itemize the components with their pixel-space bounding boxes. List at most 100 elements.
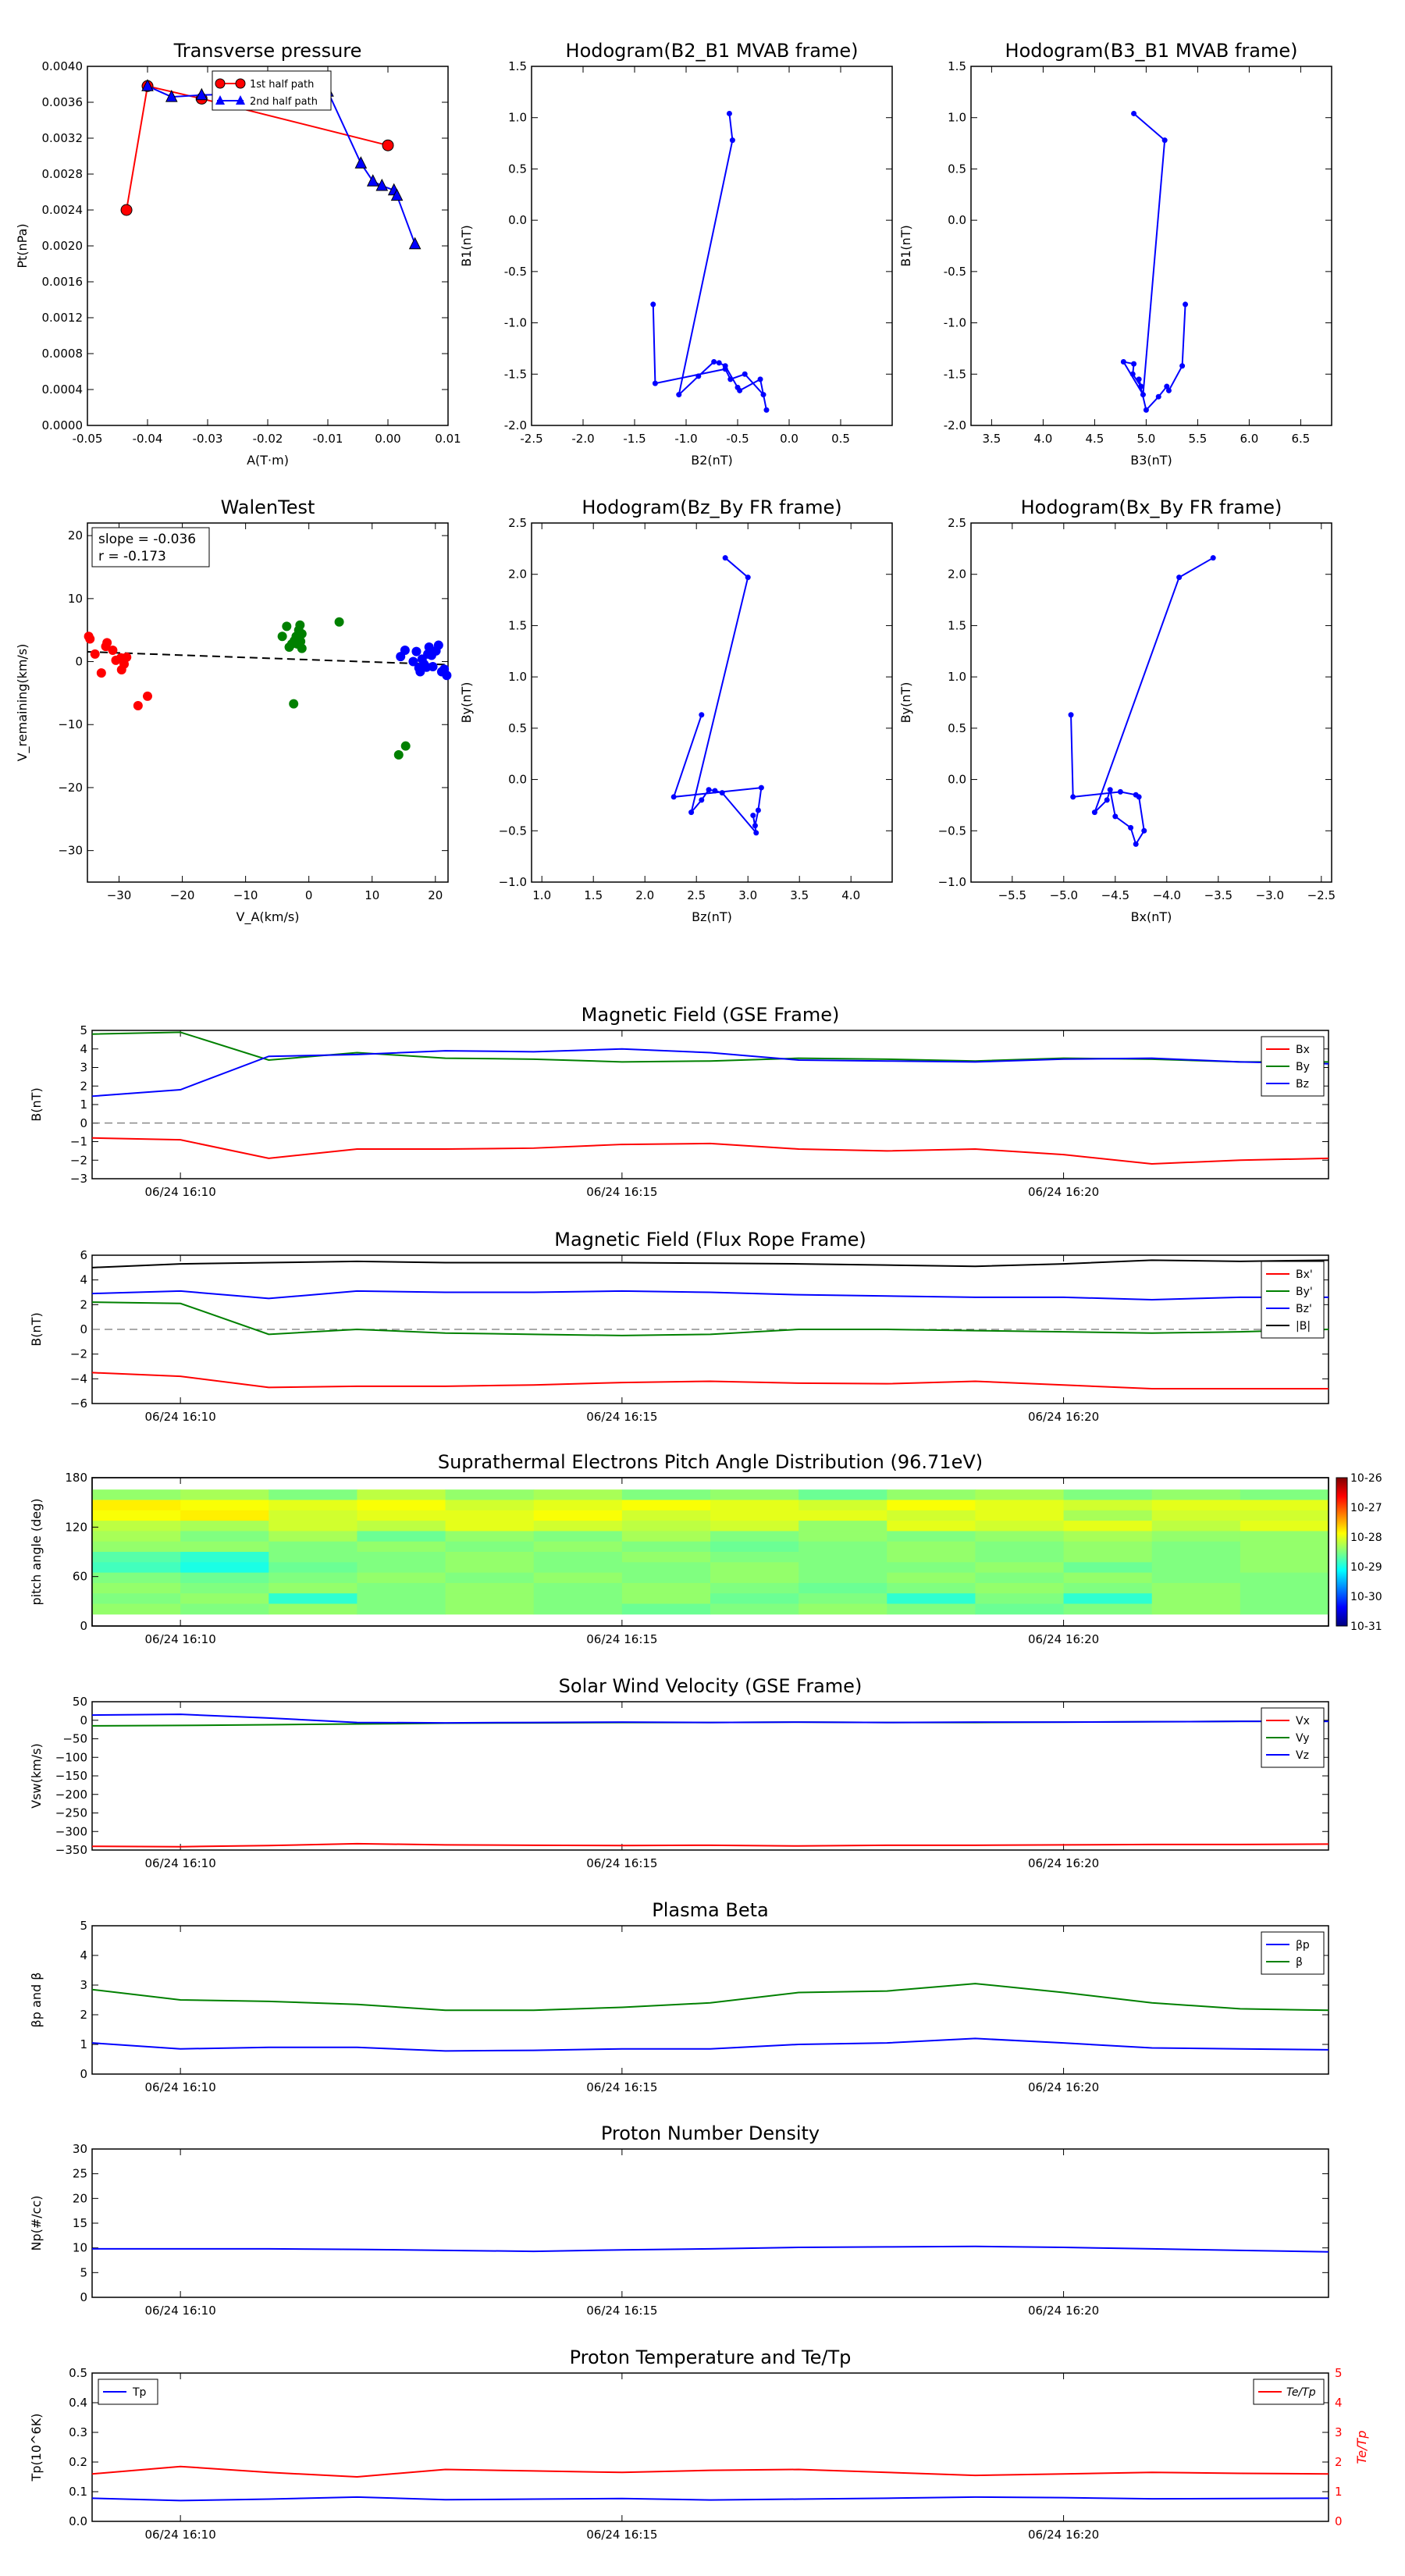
heatmap-cell <box>445 1500 535 1511</box>
legend-label: Vx <box>1296 1715 1310 1727</box>
heatmap-cell <box>269 1572 357 1584</box>
heatmap-cell <box>975 1500 1065 1511</box>
x-tick-label: 06/24 16:20 <box>1028 1185 1099 1199</box>
x-tick-label: 06/24 16:20 <box>1028 1632 1099 1646</box>
heatmap-cell <box>1063 1510 1153 1521</box>
heatmap-cell <box>180 1541 269 1553</box>
data-point <box>334 617 344 627</box>
y-tick-label: 2.0 <box>508 568 527 582</box>
x-tick-label: 3.0 <box>738 888 757 902</box>
heatmap-cell <box>975 1531 1065 1542</box>
plot-frame <box>531 522 893 883</box>
y-tick-label: 0.0 <box>508 773 527 787</box>
y-axis-label: B1(nT) <box>898 225 913 267</box>
heatmap-cell <box>1240 1489 1329 1500</box>
y-tick-label: -1.5 <box>944 367 966 381</box>
heatmap-cell <box>357 1552 446 1563</box>
x-tick-label: 4.0 <box>1033 432 1052 446</box>
heatmap-cell <box>357 1603 446 1615</box>
x-tick-label: 06/24 16:10 <box>145 1632 216 1646</box>
x-tick-label: -0.5 <box>726 432 749 446</box>
data-point <box>393 749 404 760</box>
x-tick-label: 10 <box>365 888 379 902</box>
heatmap-cell <box>533 1531 623 1542</box>
heatmap-cell <box>887 1562 976 1574</box>
data-point <box>354 156 368 169</box>
heatmap-cell <box>1151 1510 1241 1521</box>
data-point <box>1138 383 1144 390</box>
y-tick-label: −200 <box>55 1788 87 1802</box>
heatmap-cell <box>799 1489 887 1500</box>
heatmap-cell <box>975 1593 1065 1604</box>
y-tick-label: 4 <box>80 1273 87 1287</box>
heatmap-cell <box>92 1572 181 1584</box>
x-axis-label: B3(nT) <box>1130 453 1172 468</box>
heatmap-cell <box>1151 1489 1241 1500</box>
series-line-0 <box>91 2496 1329 2502</box>
heatmap-cell <box>92 1562 181 1574</box>
y-tick-label: 1.0 <box>948 670 966 684</box>
heatmap-cell <box>621 1531 711 1542</box>
heatmap-cell <box>269 1541 357 1553</box>
heatmap-cell <box>621 1582 711 1594</box>
heatmap-cell <box>975 1489 1065 1500</box>
heatmap-cell <box>445 1552 535 1563</box>
plot-frame <box>970 66 1332 426</box>
x-tick-label: -0.02 <box>253 432 283 446</box>
heatmap-cell <box>1151 1531 1241 1542</box>
y-tick-label: −10 <box>58 717 83 731</box>
heatmap-cell <box>269 1510 357 1521</box>
heatmap-cell <box>92 1603 181 1615</box>
y-tick-label: 1.0 <box>508 111 527 125</box>
chart-np: Proton Number Density 06/24 16:10 06/24 16… <box>29 2122 1329 2318</box>
y-axis-label: B(nT) <box>29 1312 44 1346</box>
y-tick-label: 50 <box>73 1695 87 1709</box>
data-point <box>1112 813 1119 820</box>
y-tick-label: 2.5 <box>948 516 966 530</box>
heatmap-cell <box>357 1521 446 1532</box>
legend-marker <box>215 78 226 89</box>
heatmap-cell <box>710 1552 799 1563</box>
heatmap-cell <box>1063 1521 1153 1532</box>
chart-vsw: Solar Wind Velocity (GSE Frame) 06/24 16:… <box>29 1675 1329 1870</box>
heatmap-cell <box>799 1531 887 1542</box>
chart-title: Hodogram(Bz_By FR frame) <box>582 496 841 518</box>
data-point <box>699 712 705 718</box>
y-tick-label: 20 <box>68 528 83 543</box>
x-tick-label: 06/24 16:10 <box>145 2304 216 2318</box>
y-tick-label: 0.0 <box>948 773 966 787</box>
chart-title: Proton Number Density <box>601 2122 820 2144</box>
heatmap-cell <box>1063 1489 1153 1500</box>
legend-label: Vz <box>1296 1749 1309 1762</box>
heatmap-cell <box>887 1582 976 1594</box>
y-tick-label: 0 <box>75 655 83 669</box>
series-line-1 <box>91 1301 1329 1336</box>
legend-label: 2nd half path <box>250 96 318 108</box>
x-tick-label: −10 <box>233 888 258 902</box>
y-axis-label: Tp(10^6K) <box>29 2414 44 2482</box>
series-line-2 <box>91 1713 1329 1724</box>
data-point <box>712 788 718 794</box>
y-tick-label: 0.3 <box>69 2425 87 2439</box>
heatmap-cell <box>975 1572 1065 1584</box>
x-tick-label: 06/24 16:20 <box>1028 2304 1099 2318</box>
data-point <box>1161 137 1168 144</box>
heatmap-cell <box>180 1593 269 1604</box>
heatmap-cell <box>887 1531 976 1542</box>
y-tick-label: 0.5 <box>948 721 966 735</box>
x-tick-label: 06/24 16:20 <box>1028 2080 1099 2094</box>
x-axis-label: V_A(km/s) <box>237 909 300 925</box>
chart-beta: Plasma Beta 06/24 16:10 06/24 16:15 06/24 1… <box>29 1899 1329 2094</box>
data-point <box>1131 110 1137 116</box>
y-axis-label: Vsw(km/s) <box>29 1743 44 1808</box>
data-point <box>1183 301 1189 308</box>
y-tick-label: 120 <box>65 1520 87 1534</box>
heatmap-cell <box>799 1603 887 1615</box>
y-tick-label: 30 <box>73 2142 87 2156</box>
heatmap-cell <box>799 1510 887 1521</box>
y-tick-label: 0 <box>80 1619 87 1633</box>
y-tick-label: 0.0040 <box>42 59 84 73</box>
chart-title: WalenTest <box>221 496 315 518</box>
y-tick-label: −2 <box>70 1347 87 1361</box>
chart-title: Transverse pressure <box>173 40 362 62</box>
